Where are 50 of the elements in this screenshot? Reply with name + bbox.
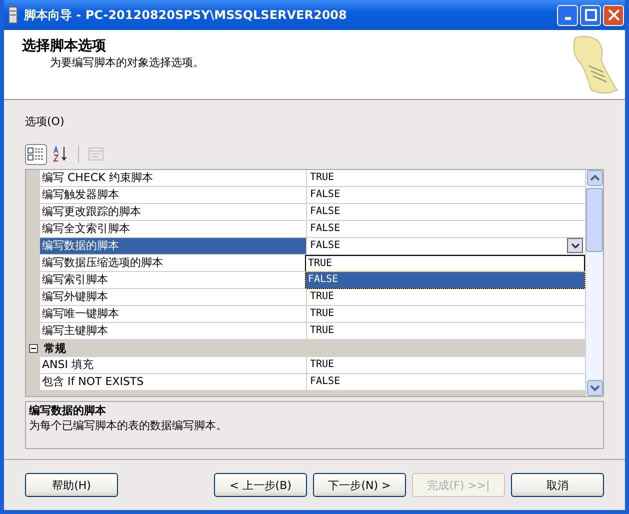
scroll-thumb[interactable] <box>586 188 603 252</box>
close-button[interactable] <box>603 4 624 26</box>
property-name[interactable]: 编写数据的脚本 <box>40 238 307 254</box>
property-value: FALSE <box>310 206 340 217</box>
minimize-button[interactable] <box>557 4 578 26</box>
description-text: 为每个已编写脚本的表的数据编写脚本。 <box>29 418 228 433</box>
maximize-icon <box>584 9 596 21</box>
category-name: 常规 <box>44 341 66 356</box>
scrollbar[interactable] <box>585 170 603 396</box>
property-name[interactable]: 编写主键脚本 <box>40 323 307 339</box>
close-icon <box>608 9 620 21</box>
app-icon <box>8 6 18 24</box>
property-value: TRUE <box>310 172 334 183</box>
help-button[interactable]: 帮助(H) <box>25 473 118 497</box>
property-name[interactable]: 编写 CHECK 约束脚本 <box>40 170 307 186</box>
wizard-button[interactable]: < 上一步(B) <box>214 473 307 497</box>
options-label: 选项(O) <box>25 114 66 129</box>
property-name[interactable]: 编写索引脚本 <box>40 272 307 288</box>
wizard-button[interactable]: 下一步(N) > <box>313 473 406 497</box>
property-name[interactable]: ANSI 填充 <box>40 357 307 373</box>
page-title: 选择脚本选项 <box>22 37 107 55</box>
page-subtitle: 为要编写脚本的对象选择选项。 <box>49 55 204 70</box>
collapse-toggle[interactable] <box>29 344 38 353</box>
scroll-down-icon[interactable] <box>586 380 602 396</box>
property-name[interactable]: 编写唯一键脚本 <box>40 306 307 322</box>
property-name[interactable]: 编写数据压缩选项的脚本 <box>40 255 307 271</box>
property-value: TRUE <box>310 325 334 336</box>
minimize-icon <box>564 17 570 20</box>
maximize-button[interactable] <box>580 4 601 26</box>
property-value: FALSE <box>310 240 340 251</box>
chevron-down-icon <box>570 242 580 248</box>
property-name[interactable]: 编写全文索引脚本 <box>40 221 307 237</box>
property-name[interactable]: 编写更改跟踪的脚本 <box>40 204 307 220</box>
property-value: FALSE <box>310 189 340 200</box>
property-name[interactable]: 编写触发器脚本 <box>40 187 307 203</box>
property-name[interactable]: 包含 If NOT EXISTS <box>40 374 307 390</box>
property-value: FALSE <box>310 376 340 387</box>
property-value: TRUE <box>310 291 334 302</box>
dropdown-option[interactable]: TRUE <box>306 256 584 272</box>
property-name[interactable]: 编写外键脚本 <box>40 289 307 305</box>
dropdown-button[interactable] <box>567 238 583 253</box>
scroll-up-icon[interactable] <box>586 170 602 186</box>
dropdown-option[interactable]: FALSE <box>306 272 584 288</box>
description-title: 编写数据的脚本 <box>29 403 107 418</box>
wizard-button[interactable]: 取消 <box>511 473 604 497</box>
property-value: TRUE <box>310 308 334 319</box>
property-value: TRUE <box>310 359 334 370</box>
window-title: 脚本向导 - PC-20120820SPSY\MSSQLSERVER2008 <box>24 6 348 24</box>
categorized-view-button[interactable] <box>25 144 47 164</box>
property-value: FALSE <box>310 223 340 234</box>
